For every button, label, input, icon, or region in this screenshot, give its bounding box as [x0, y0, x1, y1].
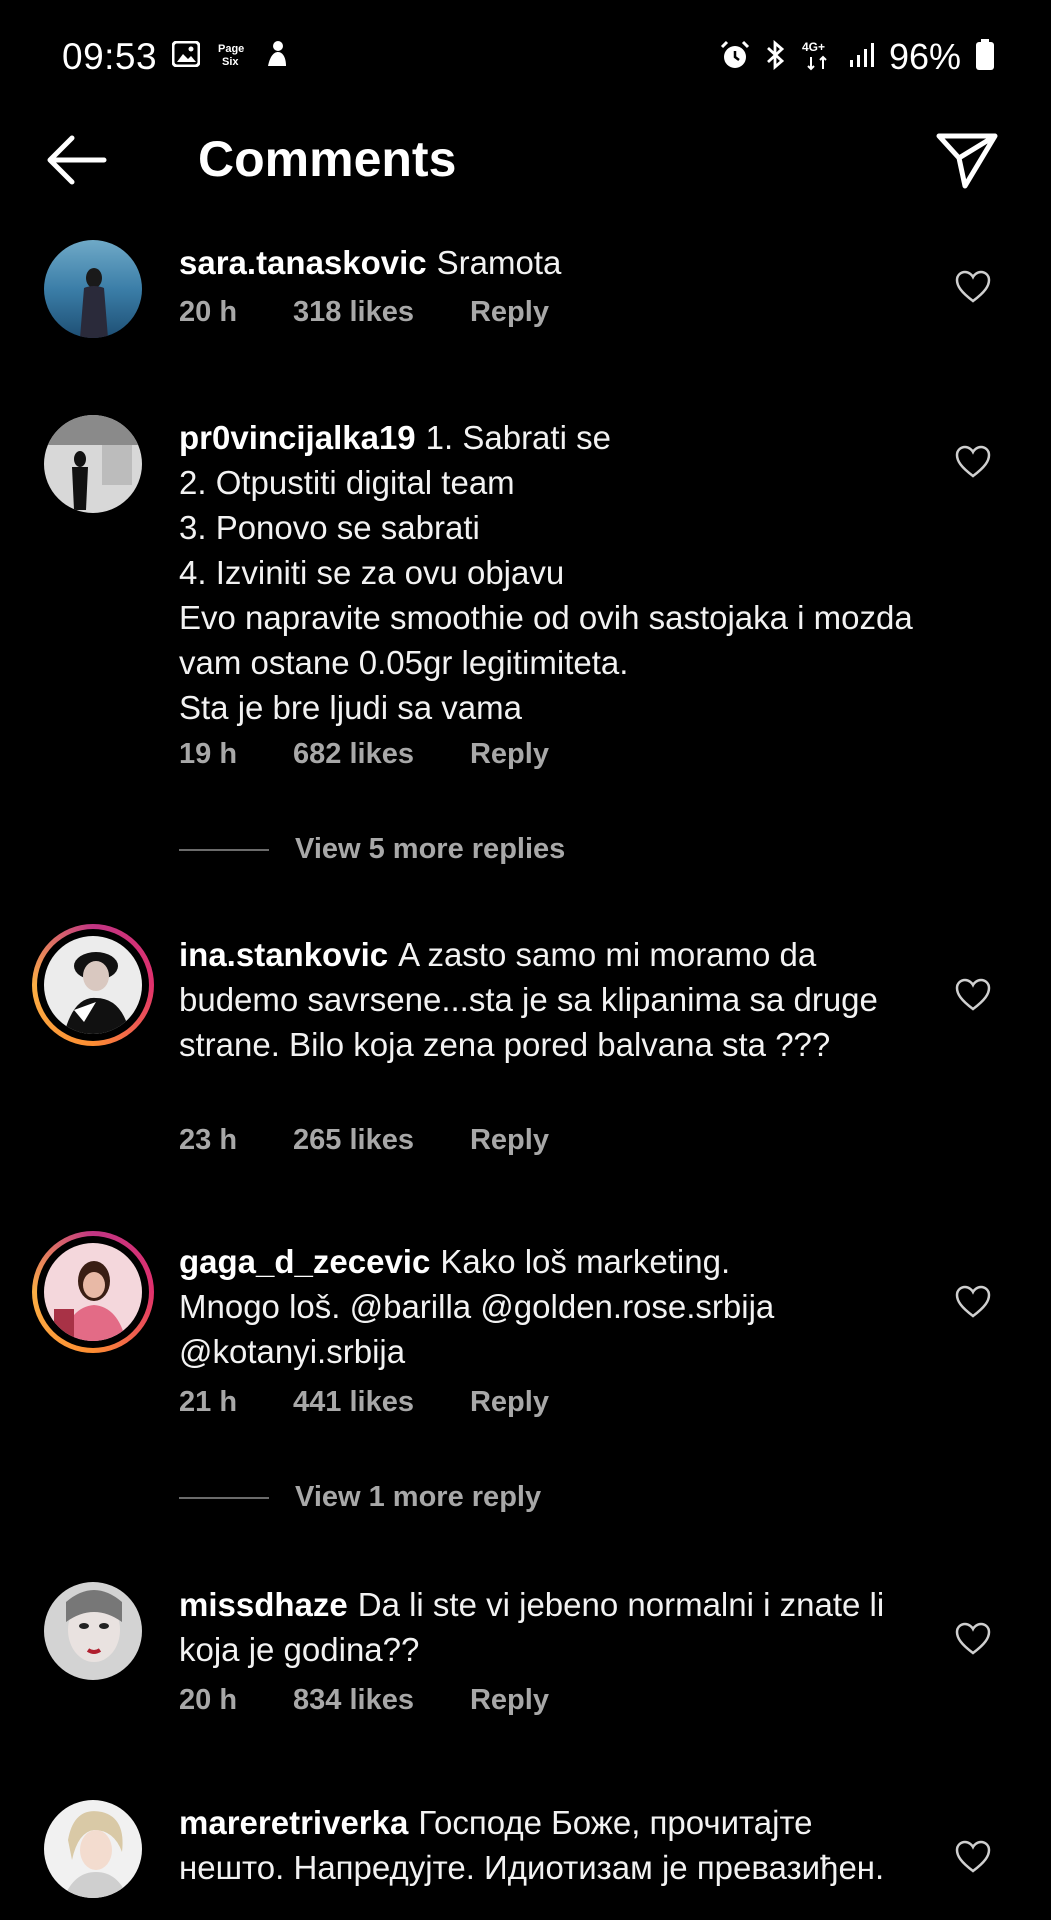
heart-icon[interactable] — [955, 1840, 991, 1874]
comment-meta: 20 h 318 likes Reply — [179, 296, 605, 329]
comment-time: 19 h — [179, 738, 238, 770]
comment-likes[interactable]: 441 likes — [293, 1386, 414, 1419]
status-time: 09:53 — [62, 36, 158, 77]
arrow-left-icon — [47, 135, 107, 185]
avatar[interactable] — [44, 415, 142, 513]
comment-body: ina.stankovic A zasto samo mi moramo da b… — [179, 932, 919, 1067]
story-ring[interactable] — [32, 1231, 154, 1353]
share-button[interactable] — [935, 128, 999, 192]
comment-likes[interactable]: 682 likes — [293, 738, 414, 771]
avatar — [44, 1243, 142, 1341]
reply-button[interactable]: Reply — [470, 1124, 549, 1157]
gallery-icon — [171, 40, 201, 72]
notification-icon — [264, 40, 290, 73]
comment-username[interactable]: mareretriverka — [179, 1804, 408, 1841]
comment-likes[interactable]: 834 likes — [293, 1684, 414, 1717]
heart-icon[interactable] — [955, 1285, 991, 1319]
comment-likes[interactable]: 318 likes — [293, 296, 414, 329]
svg-text:Page: Page — [218, 43, 244, 55]
reply-button[interactable]: Reply — [470, 738, 549, 771]
avatar[interactable] — [44, 1800, 142, 1898]
reply-button[interactable]: Reply — [470, 1684, 549, 1717]
comment-body: sara.tanaskovic Sramota — [179, 240, 919, 285]
story-ring[interactable] — [32, 924, 154, 1046]
comment-username[interactable]: gaga_d_zecevic — [179, 1243, 430, 1280]
avatar — [44, 936, 142, 1034]
comment-body: mareretriverka Господе Боже, прочитајте н… — [179, 1800, 919, 1890]
alarm-icon — [719, 40, 751, 75]
comment-meta: 23 h 265 likes Reply — [179, 1124, 605, 1157]
comment-username[interactable]: pr0vincijalka19 — [179, 419, 416, 456]
comment-username[interactable]: ina.stankovic — [179, 936, 388, 973]
battery-percent: 96% — [888, 36, 961, 77]
heart-icon[interactable] — [955, 445, 991, 479]
comment-body: missdhaze Da li ste vi jebeno normalni i … — [179, 1582, 919, 1672]
view-more-label: View 1 more reply — [295, 1481, 542, 1513]
divider — [179, 848, 269, 851]
comment-text: Sramota — [436, 244, 562, 281]
reply-button[interactable]: Reply — [470, 1386, 549, 1419]
avatar[interactable] — [44, 1582, 142, 1680]
comment-text: 1. Sabrati se 2. Otpustiti digital team … — [179, 419, 913, 726]
comment-meta: 19 h 682 likes Reply — [179, 738, 605, 771]
bluetooth-icon — [765, 39, 787, 75]
comment-time: 23 h — [179, 1124, 238, 1156]
comment-meta: 21 h 441 likes Reply — [179, 1386, 605, 1419]
back-button[interactable] — [44, 132, 108, 188]
comment-time: 20 h — [179, 296, 238, 328]
page-title: Comments — [198, 131, 457, 187]
status-left-icons: Page Six — [171, 40, 290, 73]
svg-text:4G+: 4G+ — [802, 40, 825, 54]
divider — [179, 1496, 269, 1499]
view-more-label: View 5 more replies — [295, 833, 566, 865]
comment-likes[interactable]: 265 likes — [293, 1124, 414, 1157]
comment-body: gaga_d_zecevic Kako loš marketing. Mnogo … — [179, 1239, 919, 1374]
heart-icon[interactable] — [955, 270, 991, 304]
view-more-replies-button[interactable]: View 5 more replies — [179, 833, 565, 866]
comment-body: pr0vincijalka19 1. Sabrati se 2. Otpustit… — [179, 415, 919, 730]
heart-icon[interactable] — [955, 978, 991, 1012]
avatar[interactable] — [44, 240, 142, 338]
heart-icon[interactable] — [955, 1622, 991, 1656]
comment-username[interactable]: sara.tanaskovic — [179, 244, 427, 281]
comments-header: Comments — [0, 120, 1051, 200]
comment-time: 20 h — [179, 1684, 238, 1716]
reply-button[interactable]: Reply — [470, 296, 549, 329]
signal-icon — [849, 42, 875, 73]
svg-text:Six: Six — [222, 56, 239, 68]
send-icon — [936, 133, 998, 189]
page-six-icon: Page Six — [216, 40, 248, 73]
status-right-icons: 4G+ 96% — [719, 36, 995, 78]
comment-meta: 20 h 834 likes Reply — [179, 1684, 605, 1717]
battery-icon — [975, 38, 995, 76]
status-bar: 09:53 Page Six 4G+ 96% — [0, 0, 1051, 110]
network-4g-icon: 4G+ — [801, 39, 835, 76]
comment-time: 21 h — [179, 1386, 238, 1418]
view-more-replies-button[interactable]: View 1 more reply — [179, 1481, 541, 1514]
comment-username[interactable]: missdhaze — [179, 1586, 348, 1623]
